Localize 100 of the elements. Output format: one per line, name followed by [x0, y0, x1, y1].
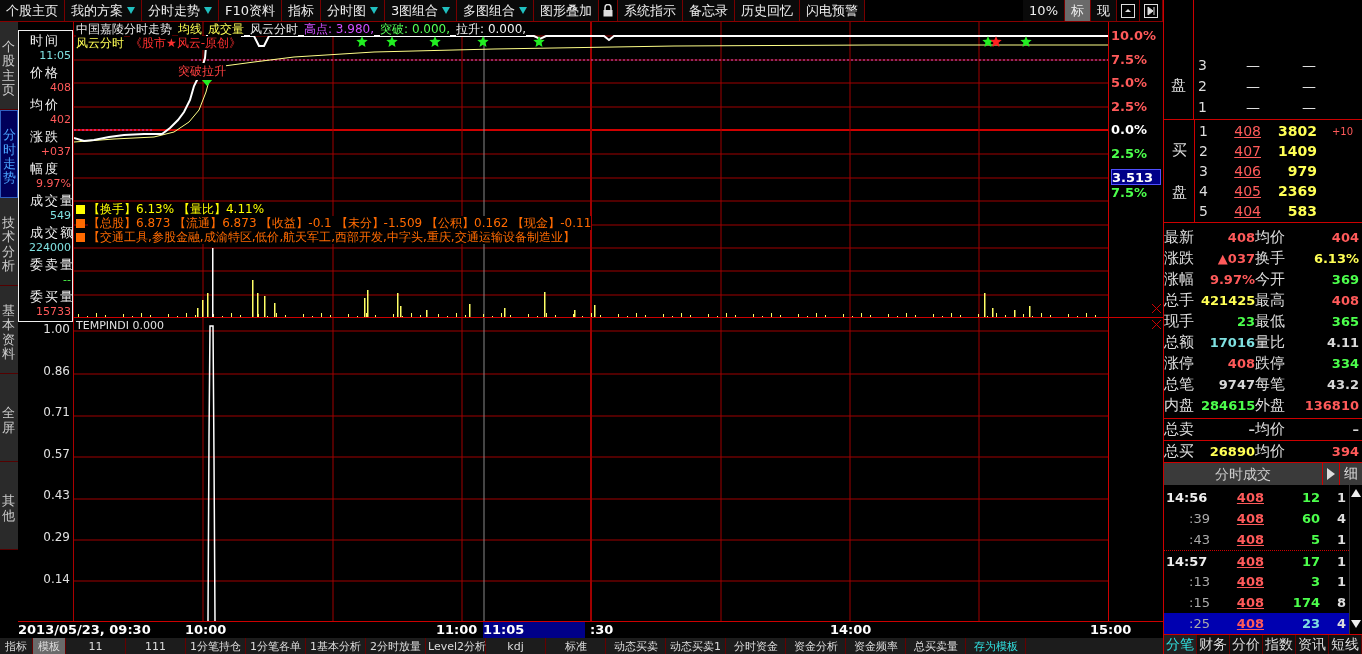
bid-price: — — [1245, 77, 1260, 94]
time-label: 15:00 — [1090, 622, 1132, 638]
toolbar-button[interactable]: 图形叠加 — [534, 0, 600, 21]
trade-row[interactable]: :43 408 5 1 — [1164, 529, 1349, 551]
axis-label: 0.14 — [43, 571, 70, 588]
side-tab[interactable]: 全屏 — [0, 374, 18, 462]
next-icon[interactable] — [1144, 3, 1158, 18]
indicator-value: 高点: 3.980, — [304, 22, 375, 36]
panel-tab[interactable]: 分笔 — [1164, 635, 1197, 654]
stat-label: 内盘 — [1164, 396, 1195, 416]
play-icon — [1327, 468, 1335, 481]
toolbar-button[interactable]: 闪电预警 — [800, 0, 866, 21]
bid-volume: 3802 — [1277, 123, 1317, 140]
toolbar-button[interactable]: F10资料 — [219, 0, 283, 21]
signal-label: 突破拉升 — [178, 63, 226, 80]
trade-price: 408 — [1235, 595, 1264, 611]
field-value: 402 — [50, 113, 71, 126]
window-icon[interactable] — [1121, 3, 1135, 18]
field-label: 时间 — [29, 32, 60, 49]
side-tab[interactable]: 分时走势 — [0, 110, 18, 198]
close-icon[interactable] — [1152, 304, 1161, 313]
stat-label: 总买 — [1164, 442, 1195, 462]
side-label: 盘 — [1171, 76, 1186, 96]
signature-text: 《股市★风云-原创》 — [130, 36, 242, 50]
trade-row[interactable]: 14:56 408 12 1 — [1164, 487, 1349, 509]
stat-value: 9.97% — [1208, 272, 1255, 288]
trade-row[interactable]: :39 408 60 4 — [1164, 508, 1349, 530]
chart-title: 风云分时 — [250, 22, 298, 36]
template-tab[interactable]: Level2分析 — [426, 638, 486, 654]
panel-tab[interactable]: 短线 — [1329, 635, 1362, 654]
panel-tab[interactable]: 财务 — [1197, 635, 1230, 654]
indicator-value: 拉升: 0.000, — [456, 22, 527, 36]
toolbar-button[interactable]: 分时图 — [321, 0, 386, 21]
stat-value: 334 — [1330, 356, 1359, 372]
trade-row[interactable]: :25 408 23 4 — [1164, 613, 1349, 635]
level-number: 1 — [1199, 123, 1209, 140]
trade-volume: 5 — [1309, 532, 1320, 548]
toolbar-button[interactable]: 分时走势 — [142, 0, 219, 21]
trade-price: 408 — [1235, 616, 1264, 632]
panel-tab[interactable]: 资讯 — [1296, 635, 1329, 654]
stat-label: 量比 — [1255, 333, 1286, 353]
trade-time: :39 — [1188, 511, 1211, 527]
trade-row[interactable]: :13 408 3 1 — [1164, 571, 1349, 593]
close-icon[interactable] — [1152, 320, 1161, 329]
toolbar-button[interactable]: 备忘录 — [683, 0, 736, 21]
toolbar-button[interactable]: 系统指示 — [618, 0, 684, 21]
trade-price: 408 — [1235, 532, 1264, 548]
stat-value: 136810 — [1303, 398, 1359, 414]
stat-label: 现手 — [1164, 312, 1195, 332]
toolbar-tab[interactable]: 现 — [1091, 0, 1117, 21]
axis-label: 0.86 — [43, 363, 70, 380]
stat-value: 369 — [1330, 272, 1359, 288]
toolbar-tab[interactable]: 标 — [1065, 0, 1091, 21]
level-number: 3 — [1198, 56, 1208, 73]
axis-label: 0.71 — [43, 405, 70, 422]
field-value: 224000 — [29, 241, 71, 254]
axis-label: 2.5% — [1111, 145, 1148, 163]
axis-label: 7.5% — [1111, 51, 1148, 69]
side-tab[interactable]: 其他 — [0, 462, 18, 550]
stat-label: 跌停 — [1255, 354, 1286, 374]
toolbar-button[interactable]: 历史回忆 — [735, 0, 801, 21]
level-number: 2 — [1199, 143, 1209, 160]
scroll-up-icon[interactable] — [1351, 489, 1361, 498]
side-label: 买盘 — [1171, 140, 1187, 204]
toolbar-button[interactable]: 指标 — [282, 0, 322, 21]
star-icon — [1020, 36, 1032, 47]
cursor-time-label: 11:05 — [483, 622, 585, 638]
axis-label: 0.43 — [43, 488, 70, 505]
side-tab[interactable]: 基本资料 — [0, 286, 18, 374]
toolbar-tab[interactable]: 10% — [1023, 0, 1065, 21]
trade-count: 1 — [1335, 553, 1346, 569]
toolbar-button[interactable]: 我的方案 — [65, 0, 142, 21]
toolbar-button[interactable]: 3图组合 — [385, 0, 458, 21]
side-tab[interactable]: 个股主页 — [0, 22, 18, 110]
trade-row[interactable]: :15 408 174 8 — [1164, 592, 1349, 614]
lock-icon[interactable] — [603, 4, 614, 17]
trade-count: 1 — [1335, 532, 1346, 548]
trade-price: 408 — [1235, 553, 1264, 569]
stat-label: 均价 — [1255, 228, 1286, 248]
panel-tab[interactable]: 指数 — [1263, 635, 1296, 654]
axis-label: 7.5% — [1111, 185, 1148, 202]
side-tab[interactable]: 技术分析 — [0, 198, 18, 286]
template-tab[interactable]: 模板 — [33, 638, 66, 654]
trade-row[interactable]: 14:57 408 17 1 — [1164, 550, 1349, 572]
axis-label: 0.29 — [43, 529, 70, 546]
field-value: +037 — [40, 145, 71, 158]
panel-tab[interactable]: 分价 — [1230, 635, 1263, 654]
scroll-down-icon[interactable] — [1351, 620, 1361, 629]
chart-title: 中国嘉陵分时走势 — [76, 22, 172, 36]
stat-value: 9747 — [1217, 377, 1255, 393]
indicator-title: TEMPINDI 0.000 — [76, 319, 164, 332]
trade-volume: 17 — [1300, 553, 1320, 569]
bid-price: 406 — [1233, 162, 1261, 179]
toolbar-button[interactable]: 多图组合 — [457, 0, 535, 21]
field-label: 委买量 — [29, 288, 75, 305]
trade-count: 1 — [1335, 490, 1346, 506]
bid-price: 407 — [1233, 143, 1261, 160]
toolbar-button[interactable]: 个股主页 — [0, 0, 65, 21]
stat-label: 均价 — [1255, 420, 1286, 440]
cursor-price-label: 3.513 — [1111, 169, 1161, 185]
